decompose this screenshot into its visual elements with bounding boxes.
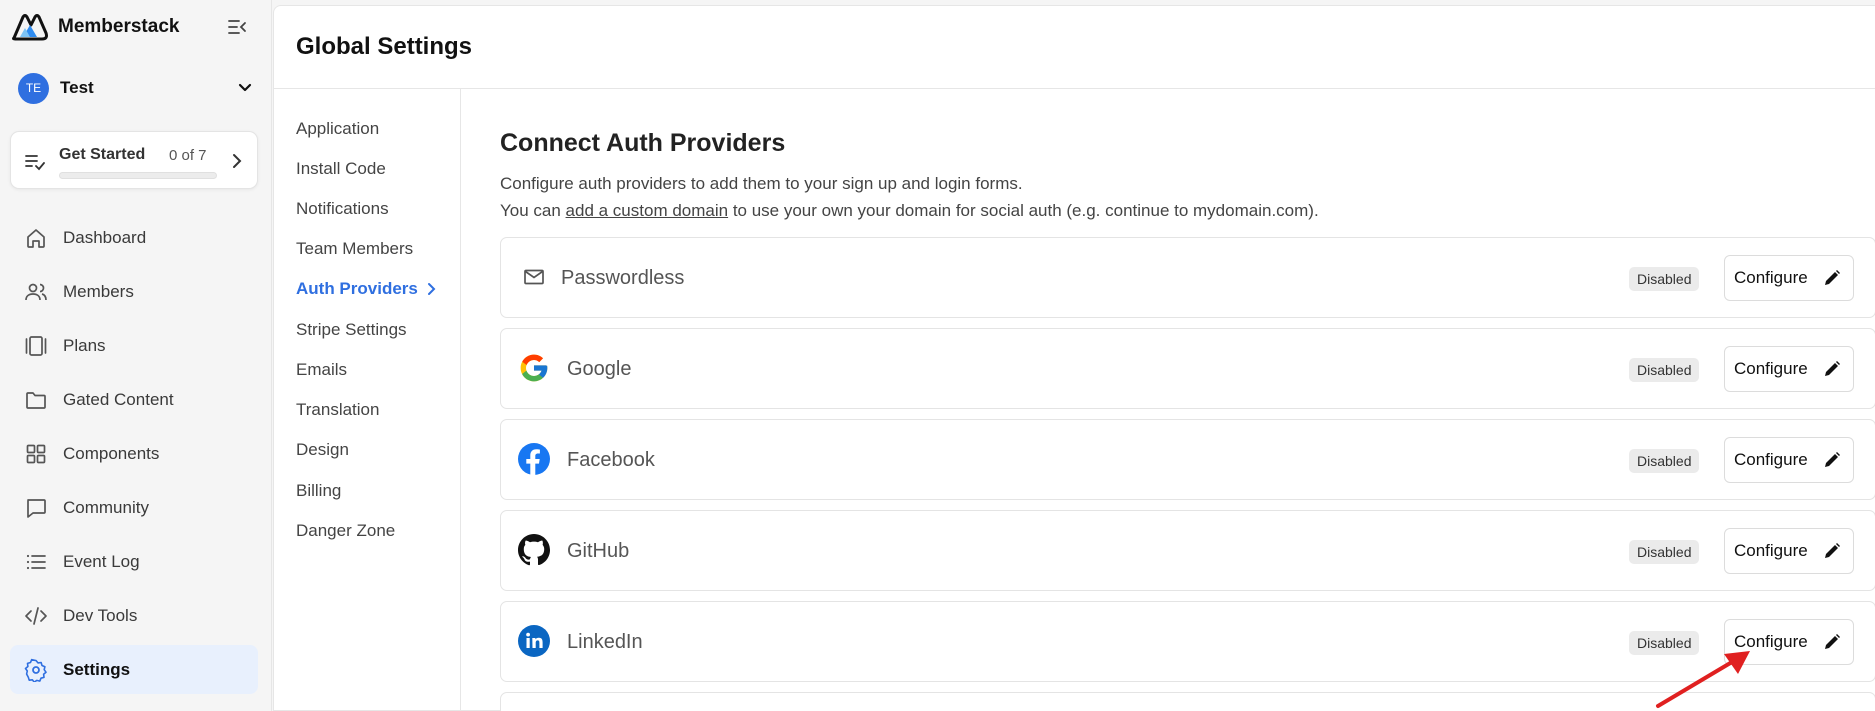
subnav-item-notifications[interactable]: Notifications <box>296 199 389 219</box>
subnav-item-danger-zone[interactable]: Danger Zone <box>296 521 395 541</box>
pencil-icon <box>1825 452 1840 467</box>
gear-icon <box>24 658 47 682</box>
sidebar-item-dev-tools[interactable]: Dev Tools <box>10 591 258 640</box>
sidebar-item-label: Settings <box>63 659 131 679</box>
chat-icon <box>27 498 46 518</box>
page-header: Global Settings <box>274 6 1875 89</box>
configure-google-button[interactable]: Configure <box>1724 346 1854 392</box>
annotation-arrow-icon <box>1656 651 1750 708</box>
sidebar-item-label: Members <box>63 281 134 301</box>
provider-row-github: GitHub Disabled Configure <box>500 510 1875 591</box>
collapse-sidebar-icon[interactable] <box>226 16 248 38</box>
provider-row-google: Google Disabled Configure <box>500 328 1875 409</box>
memberstack-logo-icon <box>12 14 48 41</box>
subnav-item-design[interactable]: Design <box>296 440 349 460</box>
checklist-icon <box>25 155 45 171</box>
workspace-name: Test <box>60 78 94 97</box>
plans-icon <box>25 335 47 356</box>
get-started-progress-text: 0 of 7 <box>169 147 207 164</box>
subnav-item-team-members[interactable]: Team Members <box>296 239 413 259</box>
status-badge: Disabled <box>1629 449 1700 473</box>
configure-passwordless-button[interactable]: Configure <box>1724 255 1854 301</box>
home-icon <box>27 228 45 248</box>
brand[interactable]: Memberstack <box>10 10 260 44</box>
sidebar-item-community[interactable]: Community <box>10 483 258 532</box>
configure-label: Configure <box>1734 359 1808 378</box>
sidebar: Memberstack TE Test Get Started 0 of 7 D… <box>0 0 272 711</box>
configure-label: Configure <box>1734 541 1808 560</box>
provider-name: LinkedIn <box>567 631 643 653</box>
sidebar-item-label: Dev Tools <box>63 605 138 625</box>
sidebar-nav: Dashboard Members Plans Gated Content Co… <box>10 213 258 699</box>
description-text: You can <box>500 201 566 220</box>
sidebar-item-label: Components <box>63 443 160 463</box>
sidebar-item-label: Gated Content <box>63 389 174 409</box>
get-started-title: Get Started <box>59 146 146 163</box>
status-badge: Disabled <box>1629 540 1700 564</box>
pencil-icon <box>1825 543 1840 558</box>
subnav-item-billing[interactable]: Billing <box>296 481 341 501</box>
subnav-item-translation[interactable]: Translation <box>296 400 379 420</box>
provider-name: Facebook <box>567 449 655 471</box>
brand-name: Memberstack <box>58 16 180 37</box>
workspace-avatar: TE <box>18 72 49 104</box>
sidebar-item-label: Plans <box>63 335 106 355</box>
subnav-item-label: Auth Providers <box>296 279 418 298</box>
sidebar-item-members[interactable]: Members <box>10 267 258 316</box>
github-icon <box>517 533 551 567</box>
configure-github-button[interactable]: Configure <box>1724 528 1854 574</box>
section-title: Connect Auth Providers <box>500 129 786 157</box>
subnav-item-install-code[interactable]: Install Code <box>296 159 386 179</box>
get-started-card[interactable]: Get Started 0 of 7 <box>10 131 258 189</box>
status-badge: Disabled <box>1629 358 1700 382</box>
mail-icon <box>517 260 551 294</box>
configure-label: Configure <box>1734 268 1808 287</box>
code-icon <box>25 606 47 625</box>
page-title: Global Settings <box>296 33 473 60</box>
chevron-right-icon <box>233 154 242 168</box>
workspace-selector[interactable]: TE Test <box>18 72 254 104</box>
description-text: to use your own your domain for social a… <box>728 201 1319 220</box>
chevron-right-icon <box>427 283 436 295</box>
custom-domain-description: You can add a custom domain to use your … <box>500 201 1319 221</box>
sidebar-item-label: Event Log <box>63 551 140 571</box>
sidebar-item-label: Dashboard <box>63 227 147 247</box>
pencil-icon <box>1825 270 1840 285</box>
sidebar-item-gated-content[interactable]: Gated Content <box>10 375 258 424</box>
provider-row-facebook: Facebook Disabled Configure <box>500 419 1875 500</box>
configure-label: Configure <box>1734 450 1808 469</box>
chevron-down-icon <box>238 83 252 92</box>
add-custom-domain-link[interactable]: add a custom domain <box>566 201 729 220</box>
settings-subnav: Application Install Code Notifications T… <box>274 89 461 711</box>
sidebar-item-dashboard[interactable]: Dashboard <box>10 213 258 262</box>
folder-icon <box>26 391 46 409</box>
section-description: Configure auth providers to add them to … <box>500 174 1023 193</box>
provider-name: Passwordless <box>561 267 685 289</box>
google-icon <box>517 351 551 385</box>
subnav-item-auth-providers[interactable]: Auth Providers <box>296 279 438 299</box>
grid-icon <box>26 444 46 463</box>
subnav-item-application[interactable]: Application <box>296 119 379 139</box>
sidebar-item-plans[interactable]: Plans <box>10 321 258 370</box>
sidebar-item-event-log[interactable]: Event Log <box>10 537 258 586</box>
main-panel: Global Settings Application Install Code… <box>273 5 1875 711</box>
sidebar-item-components[interactable]: Components <box>10 429 258 478</box>
provider-list: Passwordless Disabled Configure Google D… <box>500 237 1875 711</box>
subnav-item-stripe-settings[interactable]: Stripe Settings <box>296 320 407 340</box>
provider-name: Google <box>567 358 632 380</box>
sidebar-item-settings[interactable]: Settings <box>10 645 258 694</box>
get-started-progress-bar <box>59 172 217 179</box>
subnav-item-emails[interactable]: Emails <box>296 360 347 380</box>
users-icon <box>25 283 47 300</box>
configure-facebook-button[interactable]: Configure <box>1724 437 1854 483</box>
sidebar-item-label: Community <box>63 497 149 517</box>
list-icon <box>26 554 46 569</box>
pencil-icon <box>1825 361 1840 376</box>
linkedin-icon <box>517 624 551 658</box>
facebook-icon <box>517 442 551 476</box>
status-badge: Disabled <box>1629 267 1700 291</box>
provider-row-passwordless: Passwordless Disabled Configure <box>500 237 1875 318</box>
provider-name: GitHub <box>567 540 630 562</box>
pencil-icon <box>1825 634 1840 649</box>
